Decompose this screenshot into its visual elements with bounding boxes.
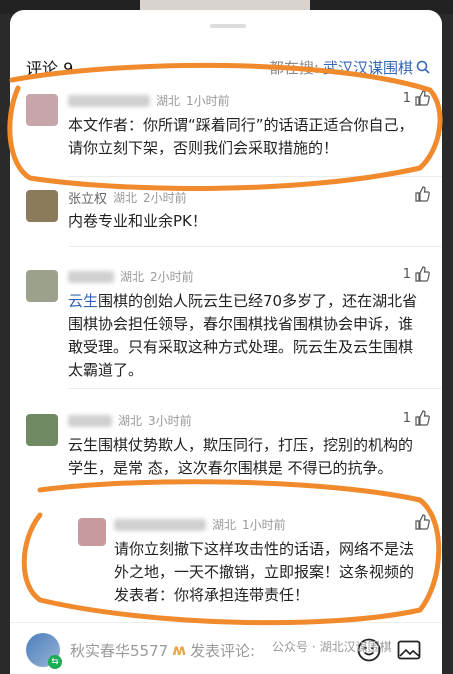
comment-count: 评论 9 — [26, 59, 74, 78]
image-icon[interactable] — [396, 637, 422, 663]
comment-text: 内卷专业和业余PK！ — [68, 212, 207, 230]
comment-text: 本文作者：你所谓“踩着同行”的话语正适合你自己，请你立刻下架，否则我们会采取措施… — [68, 116, 414, 157]
avatar[interactable] — [26, 190, 58, 222]
search-suggestion[interactable]: 都在搜: 武汉汉谋围棋 — [269, 57, 430, 78]
watermark-prefix: 公众号 · — [272, 640, 316, 654]
comment-text: 云生围棋仗势欺人，欺压同行，打压，挖别的机构的学生，是常 态，这次春尔围棋是 不… — [68, 436, 414, 477]
comment-meta: 张立权 湖北 2小时前 — [68, 188, 187, 207]
input-placeholder: 发表评论: — [190, 641, 256, 660]
vip-icon: ʍ — [172, 641, 187, 659]
comment-location: 湖北 — [113, 191, 138, 205]
my-username: 秋实春华5577 — [70, 641, 169, 660]
like-count: 1 — [402, 266, 411, 282]
like-button[interactable]: 1 — [403, 410, 430, 426]
like-count: 1 — [402, 410, 411, 426]
divider — [68, 176, 442, 177]
comment-time: 1小时前 — [186, 94, 230, 108]
blurred-username — [68, 94, 150, 107]
comment-meta: 湖北 3小时前 — [68, 412, 192, 429]
like-button[interactable] — [414, 186, 430, 202]
thumb-up-icon — [415, 266, 430, 282]
avatar[interactable] — [26, 94, 58, 126]
reply-text: 请你立刻撤下这样攻击性的话语，网络不是法外之地，一天不撤销，立即报案！这条视频的… — [114, 540, 415, 604]
avatar[interactable] — [78, 518, 106, 546]
comment-time: 3小时前 — [148, 414, 192, 428]
blurred-username — [68, 270, 114, 283]
thumb-up-icon — [415, 186, 430, 202]
comment-author[interactable]: 张立权 — [68, 188, 107, 207]
thumb-up-icon — [415, 514, 430, 530]
comment-location: 湖北 — [156, 94, 181, 108]
divider — [68, 246, 442, 247]
comment-location: 湖北 — [118, 414, 143, 428]
avatar[interactable] — [26, 270, 58, 302]
avatar[interactable] — [26, 414, 58, 446]
search-query-link[interactable]: 武汉汉谋围棋 — [323, 57, 413, 78]
like-button[interactable]: 1 — [403, 90, 430, 106]
thumb-up-icon — [415, 90, 430, 106]
comment-header: 评论 9 都在搜: 武汉汉谋围棋 — [10, 54, 442, 80]
reply-time: 1小时前 — [242, 518, 286, 532]
blurred-username — [114, 518, 206, 531]
comment-location: 湖北 — [120, 270, 145, 284]
comment-sheet: 评论 9 都在搜: 武汉汉谋围棋 湖北 1小时前 1 本文作者：你所谓“踩着同行… — [10, 10, 442, 674]
like-button[interactable] — [414, 514, 430, 530]
search-prefix: 都在搜: — [268, 58, 319, 77]
watermark: 公众号 · 湖北汉谋围棋 — [272, 638, 392, 655]
blurred-username — [68, 414, 112, 427]
comment-time: 2小时前 — [143, 191, 187, 205]
wechat-icon: ⇆ — [48, 655, 62, 669]
divider — [68, 388, 442, 389]
comment-meta: 湖北 2小时前 — [68, 268, 194, 285]
like-button[interactable]: 1 — [403, 266, 430, 282]
search-icon — [416, 60, 430, 74]
like-count: 1 — [402, 90, 411, 106]
comment-time: 2小时前 — [150, 270, 194, 284]
reply-location: 湖北 — [212, 518, 237, 532]
comment-meta: 湖北 1小时前 — [68, 92, 230, 109]
reply-meta: 湖北 1小时前 — [114, 516, 286, 533]
mention-link[interactable]: 云生 — [68, 292, 98, 310]
drag-handle[interactable] — [210, 24, 246, 28]
watermark-name: 湖北汉谋围棋 — [319, 640, 392, 654]
comment-text-rest: 围棋的创始人阮云生已经70多岁了，还在湖北省围棋协会担任领导，春尔围棋找省围棋协… — [68, 292, 418, 379]
thumb-up-icon — [415, 410, 430, 426]
comment-text: 云生围棋的创始人阮云生已经70多岁了，还在湖北省围棋协会担任领导，春尔围棋找省围… — [68, 290, 426, 382]
